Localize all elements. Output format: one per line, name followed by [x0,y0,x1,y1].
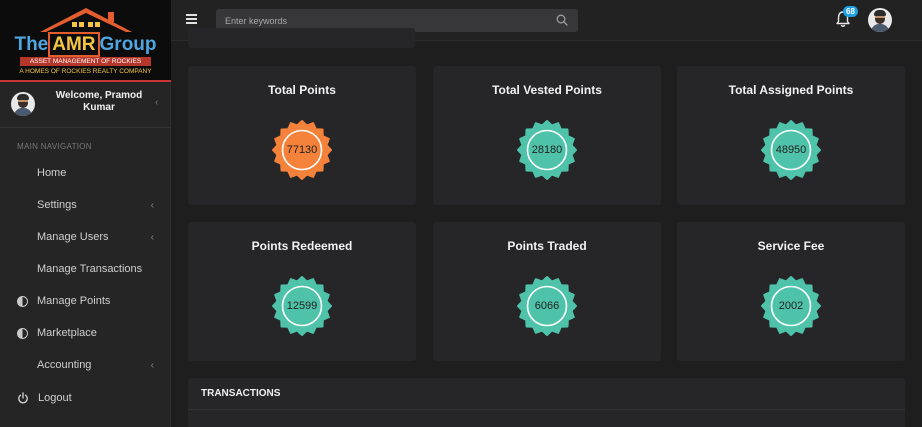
nav-item-label: Manage Users [37,231,109,243]
stat-card-title: Points Redeemed [251,239,353,253]
hamburger-menu-icon[interactable] [186,14,197,24]
stat-card-value: 2002 [778,300,804,312]
sidebar: The AMR Group ASSET MANAGEMENT OF ROCKIES … [0,0,171,427]
brand-name-mid: AMR [48,32,100,57]
stat-card-value: 48950 [775,144,807,156]
welcome-text: Welcome, Pramod Kumar [55,90,143,113]
stat-card-value: 6066 [534,300,560,312]
brand-logo[interactable]: The AMR Group ASSET MANAGEMENT OF ROCKIES … [0,0,171,82]
stat-card-title: Total Assigned Points [728,83,854,97]
stat-card-title: Service Fee [757,239,825,253]
stat-card-total-points: Total Points 77130 [188,66,416,205]
dashboard-icon [17,168,28,179]
dashboard-icon [17,200,28,211]
nav-item-label: Manage Points [37,295,111,307]
nav-item-label: Settings [37,199,77,211]
stat-card-total-assigned-points: Total Assigned Points 48950 [677,66,905,205]
chevron-left-icon: ‹ [150,231,154,243]
nav-item-accounting[interactable]: Accounting ‹ [0,351,170,379]
nav-item-label: Marketplace [37,327,97,339]
power-icon [18,392,28,404]
user-panel[interactable]: Welcome, Pramod Kumar ‹ [0,82,171,128]
stat-card-total-vested-points: Total Vested Points 28180 [433,66,661,205]
dashboard-icon [17,264,28,275]
nav-item-manage-transactions[interactable]: Manage Transactions [0,255,170,283]
brand-subtagline: A HOMES OF ROCKIES REALTY COMPANY [19,68,152,75]
brand-name: The AMR Group [8,32,163,57]
nav-item-manage-points[interactable]: Manage Points [0,287,170,315]
nav-item-settings[interactable]: Settings ‹ [0,191,170,219]
stat-card-points-traded: Points Traded 6066 [433,222,661,361]
collapsed-panel [188,28,415,48]
dashboard-icon [17,232,28,243]
chevron-left-icon: ‹ [150,199,154,211]
notification-badge: 68 [843,6,858,17]
search-icon[interactable] [556,14,568,26]
stat-card-title: Total Vested Points [492,83,602,97]
app-root: The AMR Group ASSET MANAGEMENT OF ROCKIES … [0,0,922,427]
half-circle-icon [17,295,28,307]
divider [188,409,905,410]
stat-card-title: Total Points [268,83,336,97]
brand-name-suffix: Group [99,34,157,55]
half-circle-icon [17,327,28,339]
chevron-left-icon: ‹ [150,359,154,371]
stat-card-value: 28180 [531,144,563,156]
nav-item-label: Home [37,167,67,179]
profile-avatar[interactable] [868,8,892,32]
dashboard-icon [17,360,28,371]
nav-item-marketplace[interactable]: Marketplace [0,319,170,347]
nav-item-logout[interactable]: Logout [0,384,170,412]
nav-header: MAIN NAVIGATION [17,142,92,151]
stat-card-service-fee: Service Fee 2002 [677,222,905,361]
brand-tagline: ASSET MANAGEMENT OF ROCKIES [20,57,151,66]
stat-card-points-redeemed: Points Redeemed 12599 [188,222,416,361]
brand-name-prefix: The [14,34,49,55]
nav-item-home[interactable]: Home [0,159,170,187]
nav-item-label: Logout [38,392,72,404]
nav-item-manage-users[interactable]: Manage Users ‹ [0,223,170,251]
stat-card-value: 77130 [286,144,318,156]
stat-card-value: 12599 [286,300,318,312]
stat-card-title: Points Traded [507,239,587,253]
user-avatar [11,92,35,116]
transactions-panel: TRANSACTIONS [188,378,905,427]
chevron-left-icon[interactable]: ‹ [155,97,158,108]
nav-item-label: Manage Transactions [37,263,143,275]
panel-title: TRANSACTIONS [201,388,281,399]
nav-item-label: Accounting [37,359,92,371]
